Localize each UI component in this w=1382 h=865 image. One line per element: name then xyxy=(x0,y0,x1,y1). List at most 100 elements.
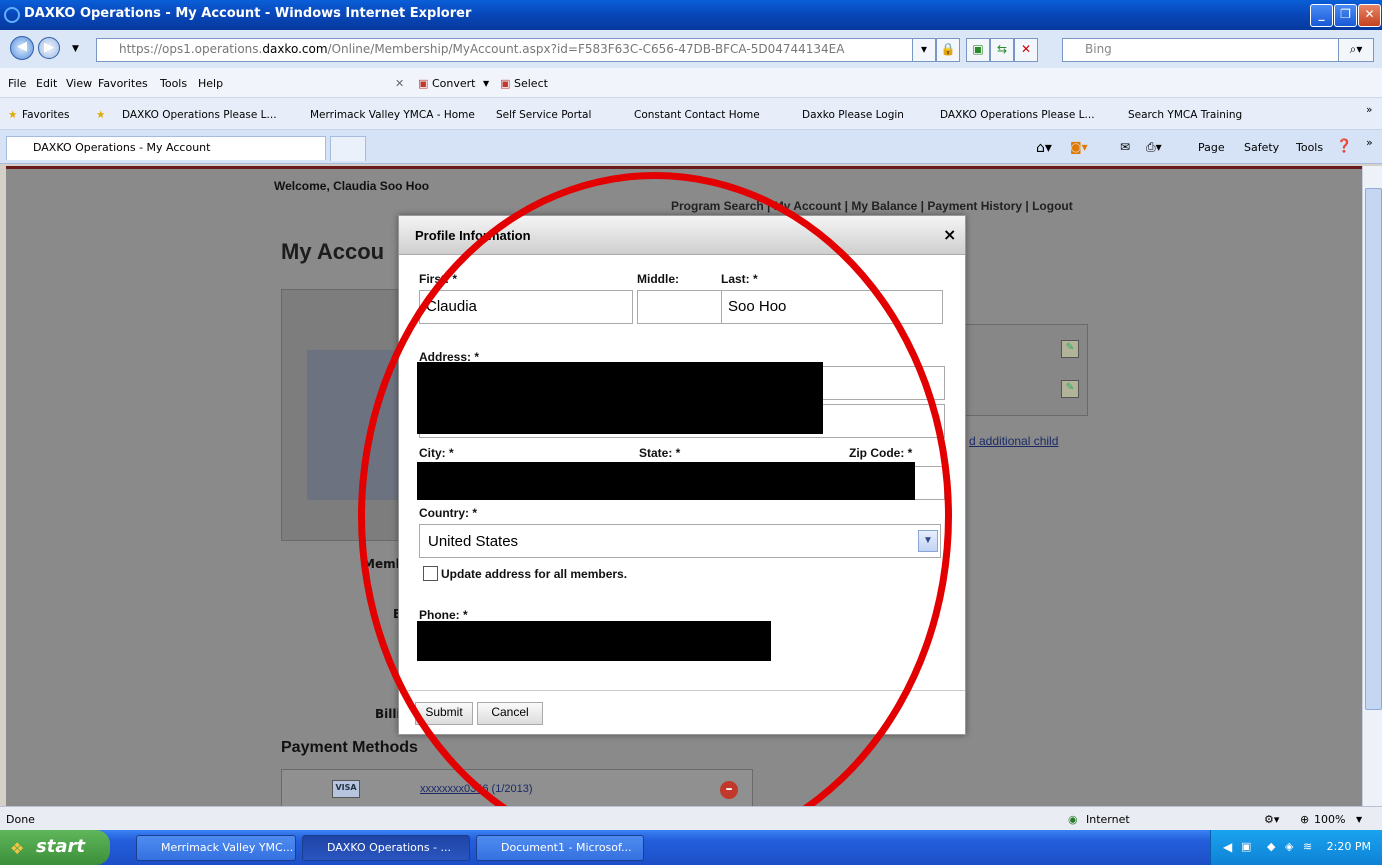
redacted-phone xyxy=(417,621,771,661)
ie-logo-icon xyxy=(4,7,20,23)
favorite-daxko-login[interactable]: Daxko Please Login xyxy=(802,109,904,121)
menu-help[interactable]: Help xyxy=(198,77,223,90)
url-prefix: https://ops1.operations. xyxy=(119,42,263,56)
page-title: My Accou xyxy=(281,239,385,264)
convert-icon: ▣ xyxy=(418,77,429,90)
menu-view[interactable]: View xyxy=(66,77,92,90)
city-label: City: * xyxy=(419,446,454,460)
mail-icon[interactable]: ✉ xyxy=(1120,140,1130,154)
redacted-city-state-zip xyxy=(417,462,915,500)
address-input[interactable]: https://ops1.operations.daxko.com/Online… xyxy=(96,38,932,62)
system-tray: ◀ ▣ ◆ ◈ ≋ 2:20 PM xyxy=(1210,830,1382,865)
select-button[interactable]: Select xyxy=(514,77,548,90)
chevron-down-icon[interactable]: ▼ xyxy=(918,530,938,552)
edit-icon[interactable]: ✎ xyxy=(1061,340,1079,358)
remove-card-icon[interactable]: – xyxy=(720,781,738,799)
address-dropdown-icon[interactable]: ▾ xyxy=(912,38,936,62)
menu-edit[interactable]: Edit xyxy=(36,77,57,90)
start-label: start xyxy=(36,836,85,857)
maximize-button[interactable]: ❐ xyxy=(1334,4,1357,27)
country-selected-value: United States xyxy=(428,533,519,550)
first-name-field[interactable]: Claudia xyxy=(419,290,633,324)
close-toolbar-icon[interactable]: ✕ xyxy=(395,77,404,90)
stop-icon[interactable]: ✕ xyxy=(1014,38,1038,62)
favorite-search-ymca[interactable]: Search YMCA Training xyxy=(1128,109,1242,121)
forward-button[interactable]: ▶ xyxy=(38,37,60,59)
dialog-title: Profile Information xyxy=(415,228,531,243)
taskbar-item-daxko[interactable]: DAXKO Operations - ... xyxy=(302,835,470,861)
safety-menu[interactable]: Safety xyxy=(1244,141,1279,154)
help-icon[interactable]: ❓ xyxy=(1336,139,1352,154)
close-window-button[interactable]: ✕ xyxy=(1358,4,1381,27)
taskbar-item-document1[interactable]: Document1 - Microsof... xyxy=(476,835,644,861)
home-icon[interactable]: ⌂▾ xyxy=(1036,140,1052,156)
account-nav-links[interactable]: Program Search | My Account | My Balance… xyxy=(671,199,1073,213)
update-all-members-checkbox[interactable] xyxy=(423,566,438,581)
zoom-level[interactable]: 100% xyxy=(1314,813,1345,826)
favorite-merrimack[interactable]: Merrimack Valley YMCA - Home xyxy=(310,109,475,121)
refresh-icon[interactable]: ⇆ xyxy=(990,38,1014,62)
print-icon[interactable]: ⎙▾ xyxy=(1146,140,1162,155)
menu-tools[interactable]: Tools xyxy=(160,77,187,90)
history-dropdown-icon[interactable]: ▼ xyxy=(72,44,79,54)
zoom-dropdown-icon[interactable]: ▼ xyxy=(1356,815,1362,824)
tray-security-icon[interactable]: ◆ xyxy=(1267,840,1275,853)
tab-daxko-my-account[interactable]: DAXKO Operations - My Account xyxy=(6,136,326,160)
lock-icon[interactable]: 🔒 xyxy=(936,38,960,62)
add-favorite-icon[interactable]: ★ xyxy=(96,109,105,121)
tools-menu[interactable]: Tools xyxy=(1296,141,1323,154)
task-label: Document1 - Microsof... xyxy=(501,841,632,854)
favorites-star-icon: ★ xyxy=(8,109,18,121)
dialog-footer-divider xyxy=(399,690,965,691)
compatibility-icon[interactable]: ▣ xyxy=(966,38,990,62)
country-select[interactable]: United States ▼ xyxy=(419,524,941,558)
command-overflow-icon[interactable]: » xyxy=(1366,136,1373,149)
status-text: Done xyxy=(6,813,35,826)
scrollbar-thumb[interactable] xyxy=(1365,188,1382,710)
card-link[interactable]: xxxxxxxx0346 xyxy=(420,783,488,795)
add-child-link[interactable]: d additional child xyxy=(969,434,1058,448)
search-input[interactable]: Bing xyxy=(1062,38,1356,62)
feeds-icon[interactable]: ◙▾ xyxy=(1070,140,1088,154)
card-info: xxxxxxxx0346 (1/2013) xyxy=(420,783,533,795)
menu-file[interactable]: File xyxy=(8,77,26,90)
status-bar: Done ◉ Internet ⚙▾ ⊕ 100% ▼ xyxy=(0,806,1382,830)
cancel-button[interactable]: Cancel xyxy=(477,702,543,725)
page-menu[interactable]: Page xyxy=(1198,141,1225,154)
menu-favorites[interactable]: Favorites xyxy=(98,77,148,90)
minimize-button[interactable]: _ xyxy=(1310,4,1333,27)
avatar xyxy=(307,350,407,500)
middle-name-field[interactable] xyxy=(637,290,723,324)
favorite-constant-contact[interactable]: Constant Contact Home xyxy=(634,109,760,121)
dialog-header: Profile Information × xyxy=(399,216,965,255)
new-tab-button[interactable] xyxy=(330,136,366,161)
favorite-daxko-1[interactable]: DAXKO Operations Please L... xyxy=(122,109,277,121)
state-label: State: * xyxy=(639,446,681,460)
taskbar: start ❖ Merrimack Valley YMC... DAXKO Op… xyxy=(0,830,1382,865)
zoom-icon[interactable]: ⊕ xyxy=(1300,813,1309,826)
internet-globe-icon: ◉ xyxy=(1068,813,1078,826)
taskbar-item-merrimack[interactable]: Merrimack Valley YMC... xyxy=(136,835,296,861)
dialog-close-icon[interactable]: × xyxy=(943,225,956,244)
tray-wifi-icon[interactable]: ≋ xyxy=(1303,840,1312,853)
back-button[interactable]: ◀ xyxy=(10,36,34,60)
page-scrollbar[interactable] xyxy=(1362,166,1382,806)
protected-mode-icon[interactable]: ⚙▾ xyxy=(1264,813,1279,826)
convert-dropdown-icon[interactable]: ▼ xyxy=(483,79,489,88)
welcome-text: Welcome, Claudia Soo Hoo xyxy=(274,179,430,193)
favorite-self-service[interactable]: Self Service Portal xyxy=(496,109,591,121)
menu-bar: File Edit View Favorites Tools Help ✕ ▣ … xyxy=(0,68,1382,98)
search-icon[interactable]: ⌕▾ xyxy=(1338,38,1374,62)
tray-arrow-icon[interactable]: ◀ xyxy=(1223,840,1232,854)
favorites-overflow-icon[interactable]: » xyxy=(1366,104,1372,116)
window-title-bar[interactable]: DAXKO Operations - My Account - Windows … xyxy=(0,0,1382,30)
submit-button[interactable]: Submit xyxy=(415,702,473,725)
favorite-daxko-2[interactable]: DAXKO Operations Please L... xyxy=(940,109,1095,121)
tab-bar: DAXKO Operations - My Account ⌂▾ ◙▾ ✉ ⎙▾… xyxy=(0,130,1382,164)
edit-icon[interactable]: ✎ xyxy=(1061,380,1079,398)
tray-app-icon[interactable]: ▣ xyxy=(1241,840,1251,853)
tray-network-icon[interactable]: ◈ xyxy=(1285,840,1293,853)
convert-button[interactable]: Convert xyxy=(432,77,476,90)
last-name-field[interactable]: Soo Hoo xyxy=(721,290,943,324)
favorites-button[interactable]: Favorites xyxy=(22,109,69,121)
